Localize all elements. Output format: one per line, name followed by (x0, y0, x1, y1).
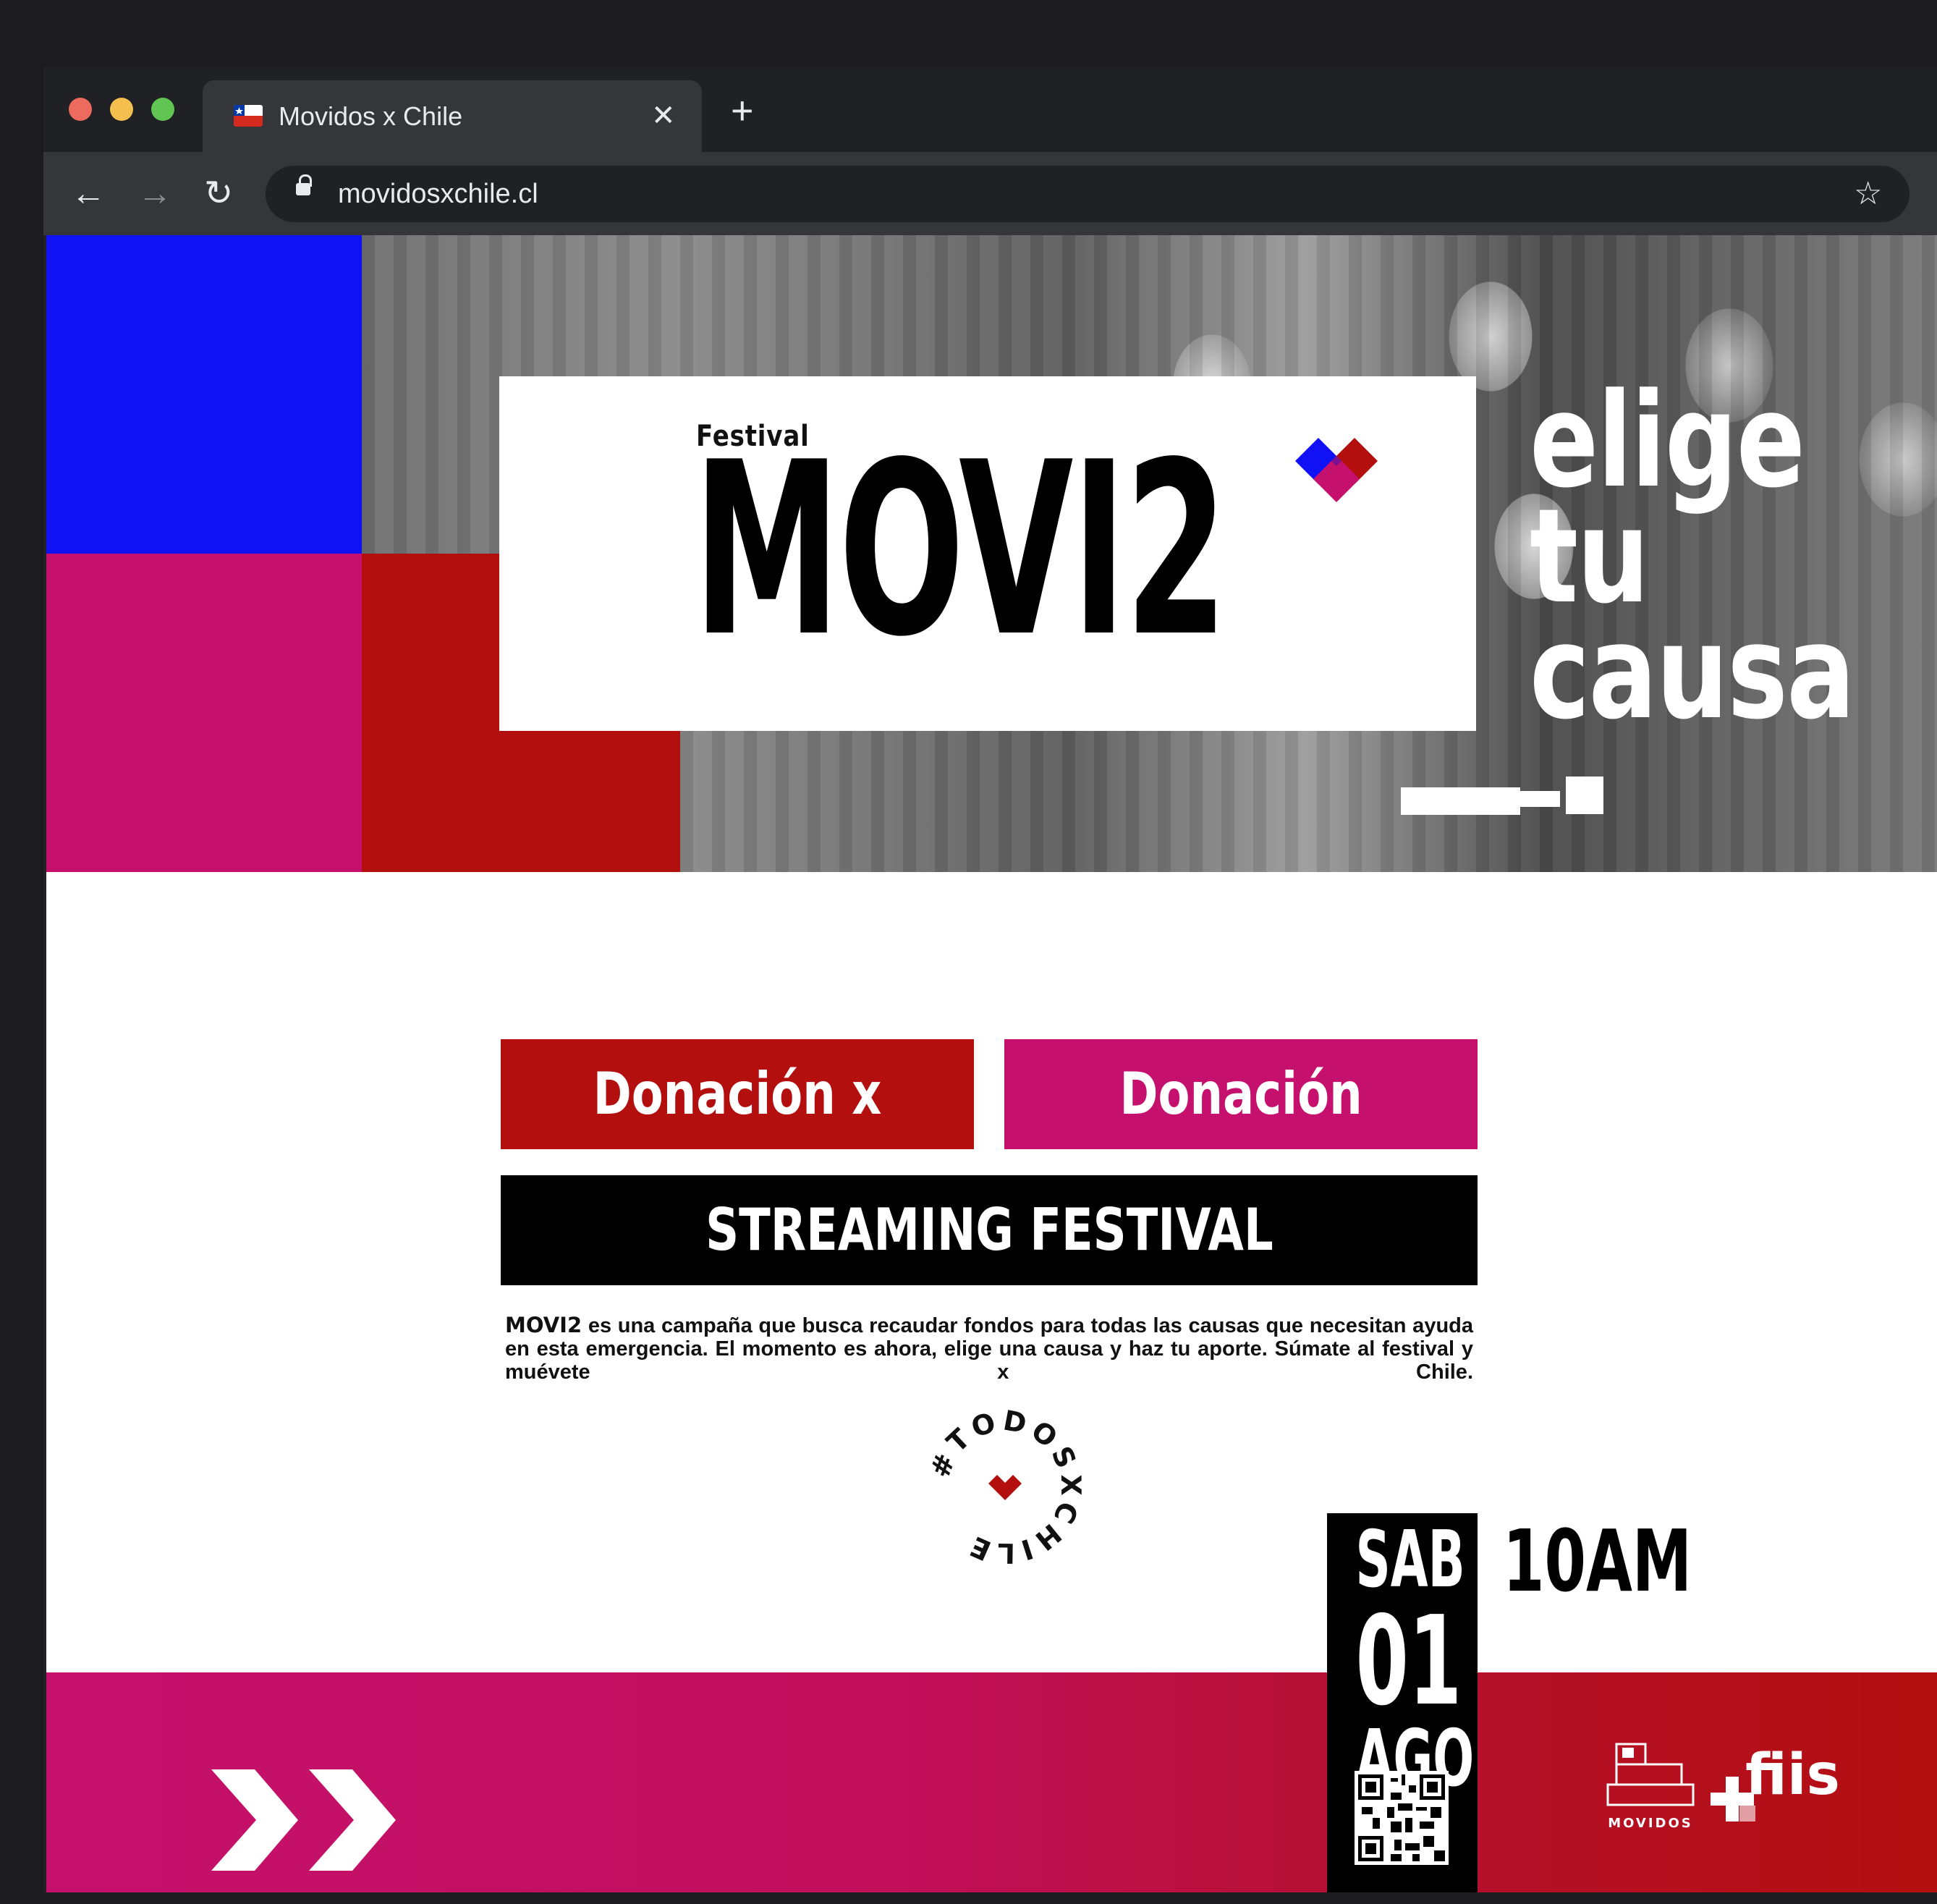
hero-banner: Festival MOVI2 elige tu causa (46, 235, 1937, 872)
forward-arrow-icon[interactable]: → (137, 152, 172, 235)
reload-icon[interactable]: ↻ (204, 152, 233, 235)
maximize-window-button[interactable] (151, 98, 174, 121)
tagline-line-3: causa (1530, 597, 1855, 748)
donation-general-button[interactable]: Donación General (1004, 1039, 1478, 1237)
event-date: 01 (1355, 1590, 1462, 1733)
tab-bar: Movidos x Chile ✕ + (43, 67, 1937, 152)
fiis-label: fiis (1745, 1743, 1840, 1808)
chile-flag-icon (234, 105, 263, 127)
campaign-description: MOVI2 es una campaña que busca recaudar … (505, 1313, 1473, 1384)
tab-title: Movidos x Chile (279, 101, 463, 131)
minimize-window-button[interactable] (110, 98, 133, 121)
heart-logo-icon (1295, 438, 1378, 502)
toolbar: ← → ↻ movidosxchile.cl ☆ (43, 152, 1937, 235)
tab-movidos[interactable]: Movidos x Chile ✕ (203, 80, 702, 152)
magenta-block (46, 554, 362, 872)
tagline-underline (1401, 787, 1520, 815)
close-window-button[interactable] (69, 98, 92, 121)
movi2-logo-text: MOVI2 (693, 411, 1228, 689)
description-text: es una campaña que busca recaudar fondos… (505, 1314, 1473, 1384)
movidos-label: MOVIDOS (1608, 1816, 1693, 1831)
bookmark-star-icon[interactable]: ☆ (1854, 166, 1882, 222)
qr-code[interactable] (1355, 1771, 1449, 1865)
web-page: Festival MOVI2 elige tu causa Donación x… (46, 235, 1937, 1892)
description-brand: MOVI2 (505, 1313, 582, 1337)
lock-icon (296, 183, 310, 195)
url-text[interactable]: movidosxchile.cl (338, 166, 538, 222)
browser-window: Movidos x Chile ✕ + ← → ↻ movidosxchile.… (43, 67, 1937, 1892)
blue-block (46, 235, 362, 554)
streaming-festival-button[interactable]: STREAMING FESTIVAL (501, 1175, 1478, 1285)
back-arrow-icon[interactable]: ← (71, 152, 106, 235)
tagline-underline-tail (1517, 791, 1560, 807)
badge-heart-icon (988, 1475, 1022, 1500)
donation-cause-button[interactable]: Donación x Causa (501, 1039, 974, 1237)
tagline-dot (1566, 777, 1603, 814)
tagline: elige tu causa (1530, 376, 1855, 748)
event-time: 10AM (1503, 1511, 1692, 1611)
festival-logo-box: Festival MOVI2 (499, 376, 1476, 731)
double-chevron-icon[interactable] (211, 1769, 443, 1878)
fiis-logo[interactable]: fiis (1711, 1742, 1855, 1843)
todosxchile-badge: #TODOSXCHILE (924, 1404, 1082, 1569)
streaming-festival-label: STREAMING FESTIVAL (705, 1196, 1273, 1264)
movidos-logo[interactable]: MOVIDOS (1602, 1740, 1703, 1842)
new-tab-button[interactable]: + (731, 89, 754, 132)
address-bar[interactable]: movidosxchile.cl ☆ (266, 166, 1910, 222)
close-tab-icon[interactable]: ✕ (651, 80, 676, 152)
